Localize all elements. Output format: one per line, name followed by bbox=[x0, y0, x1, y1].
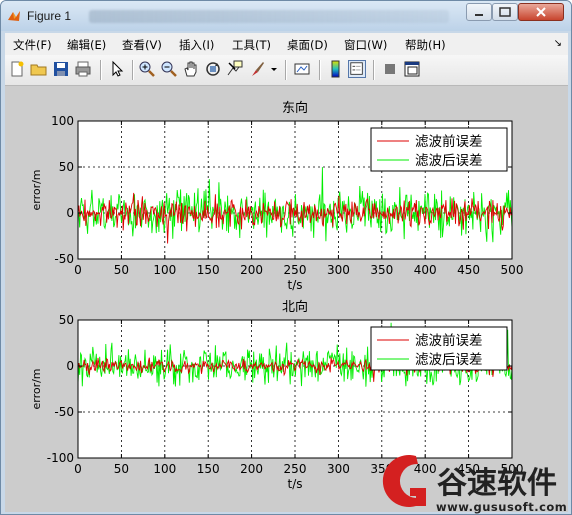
link-plot-icon[interactable] bbox=[293, 60, 311, 78]
zoom-in-icon[interactable] bbox=[138, 60, 156, 78]
y-tick-label: 0 bbox=[66, 359, 74, 373]
legend-label: 滤波前误差 bbox=[415, 133, 483, 150]
x-tick-label: 500 bbox=[501, 462, 524, 476]
rotate-3d-icon[interactable] bbox=[204, 60, 222, 78]
close-icon bbox=[536, 7, 546, 17]
x-tick-label: 350 bbox=[370, 263, 393, 277]
x-tick-label: 0 bbox=[74, 462, 82, 476]
blurred-path bbox=[89, 10, 449, 23]
print-icon[interactable] bbox=[74, 60, 92, 78]
x-tick-label: 400 bbox=[414, 263, 437, 277]
y-tick-label: 0 bbox=[66, 206, 74, 220]
x-tick-label: 350 bbox=[370, 462, 393, 476]
hide-plot-tools-icon[interactable] bbox=[381, 60, 399, 78]
x-tick-label: 200 bbox=[240, 462, 263, 476]
axes-title: 东向 bbox=[282, 100, 308, 116]
x-tick-label: 50 bbox=[114, 263, 129, 277]
figure-plots: 0 50 100 150 200 250 300 350 400 450 500-50050100东… bbox=[30, 100, 523, 491]
title-bar[interactable]: Figure 1 bbox=[1, 1, 571, 31]
y-tick-label: 50 bbox=[59, 160, 74, 174]
x-tick-label: 200 bbox=[240, 263, 263, 277]
x-tick-label: 250 bbox=[284, 263, 307, 277]
menu-tools[interactable]: 工具(T) bbox=[232, 37, 271, 53]
pointer-icon[interactable] bbox=[108, 60, 126, 78]
x-tick-label: 150 bbox=[197, 263, 220, 277]
menu-desktop[interactable]: 桌面(D) bbox=[287, 37, 328, 53]
y-tick-label: 50 bbox=[59, 313, 74, 327]
menu-help[interactable]: 帮助(H) bbox=[405, 37, 446, 53]
menu-bar: 文件(F) 编辑(E) 查看(V) 插入(I) 工具(T) 桌面(D) 窗口(W… bbox=[5, 33, 568, 55]
legend: 滤波前误差滤波后误差 bbox=[370, 127, 508, 172]
x-axis-label: t/s bbox=[288, 477, 303, 491]
x-tick-label: 400 bbox=[414, 462, 437, 476]
x-tick-label: 250 bbox=[284, 462, 307, 476]
x-tick-label: 50 bbox=[114, 462, 129, 476]
axes-panel-2: 0 50 100 150 200 250 300 350 400 450 500 -100 -50 0 50… bbox=[30, 299, 523, 491]
y-tick-label: -50 bbox=[54, 405, 74, 419]
zoom-out-icon[interactable] bbox=[160, 60, 178, 78]
axes-title: 北向 bbox=[282, 299, 308, 315]
new-figure-icon[interactable] bbox=[8, 60, 26, 78]
brush-dropdown-icon[interactable] bbox=[269, 60, 279, 78]
x-tick-label: 500 bbox=[501, 263, 524, 277]
legend-label: 滤波前误差 bbox=[415, 332, 483, 349]
menu-view[interactable]: 查看(V) bbox=[122, 37, 162, 53]
y-axis-label: error/m bbox=[30, 169, 43, 210]
y-tick-label: -50 bbox=[54, 252, 74, 266]
y-tick-label: 100 bbox=[51, 114, 74, 128]
menu-file[interactable]: 文件(F) bbox=[13, 37, 52, 53]
matlab-logo-icon bbox=[8, 11, 20, 21]
toolbar-separator bbox=[319, 60, 321, 80]
close-button[interactable] bbox=[518, 3, 564, 21]
show-plot-tools-icon[interactable] bbox=[403, 60, 421, 78]
x-tick-label: 300 bbox=[327, 462, 350, 476]
x-axis-label: t/s bbox=[288, 278, 303, 292]
x-tick-label: 100 bbox=[153, 263, 176, 277]
menu-window[interactable]: 窗口(W) bbox=[344, 37, 387, 53]
toolbar bbox=[5, 55, 568, 86]
x-tick-label: 300 bbox=[327, 263, 350, 277]
x-tick-label: 450 bbox=[457, 263, 480, 277]
legend: 滤波前误差滤波后误差 bbox=[370, 326, 508, 371]
colorbar-icon[interactable] bbox=[327, 60, 345, 78]
x-tick-label: 150 bbox=[197, 462, 220, 476]
open-folder-icon[interactable] bbox=[30, 60, 48, 78]
menu-insert[interactable]: 插入(I) bbox=[179, 37, 214, 53]
x-tick-label: 0 bbox=[74, 263, 82, 277]
figure-window: Figure 1 文件(F) 编辑(E) 查看(V) 插入(I) 工具(T) 桌… bbox=[0, 0, 572, 515]
toolbar-separator bbox=[132, 60, 134, 80]
brush-icon[interactable] bbox=[248, 60, 266, 78]
x-tick-label: 100 bbox=[153, 462, 176, 476]
figure-canvas: 0 50 100 150 200 250 300 350 400 450 500 -50 0 50 100 东… bbox=[5, 86, 568, 512]
axes-panel-1: 0 50 100 150 200 250 300 350 400 450 500-50050100东… bbox=[30, 100, 523, 292]
toolbar-separator bbox=[373, 60, 375, 80]
window-title: Figure 1 bbox=[27, 9, 72, 23]
y-tick-label: -100 bbox=[47, 451, 74, 465]
menu-edit[interactable]: 编辑(E) bbox=[67, 37, 106, 53]
toolbar-separator bbox=[100, 60, 102, 80]
legend-icon[interactable] bbox=[348, 60, 366, 78]
pan-hand-icon[interactable] bbox=[182, 60, 200, 78]
maximize-button[interactable] bbox=[492, 3, 518, 21]
x-tick-label: 450 bbox=[457, 462, 480, 476]
maximize-icon bbox=[499, 7, 511, 17]
toolbar-separator bbox=[285, 60, 287, 80]
menu-overflow-icon[interactable]: ↘ bbox=[554, 38, 562, 49]
legend-label: 滤波后误差 bbox=[415, 153, 483, 169]
data-cursor-icon[interactable] bbox=[226, 60, 244, 78]
minimize-button[interactable] bbox=[466, 3, 492, 21]
save-icon[interactable] bbox=[52, 60, 70, 78]
legend-label: 滤波后误差 bbox=[415, 352, 483, 368]
y-axis-label: error/m bbox=[30, 368, 43, 409]
minimize-icon bbox=[475, 14, 483, 16]
